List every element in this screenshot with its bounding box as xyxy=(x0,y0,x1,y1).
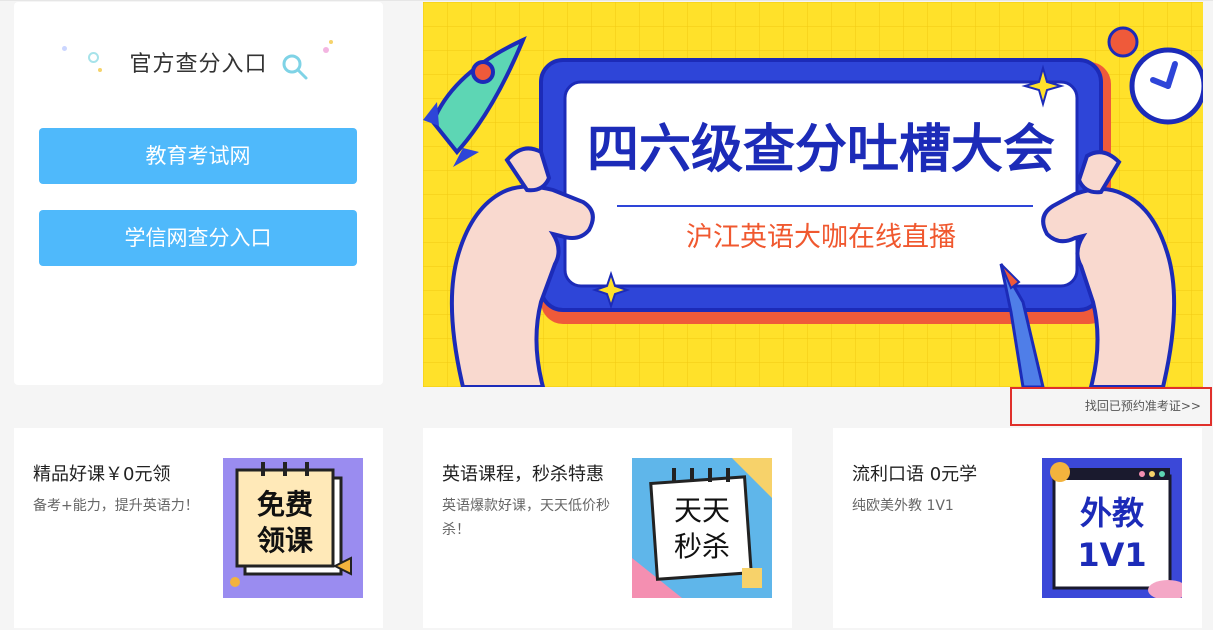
svg-text:天天: 天天 xyxy=(674,494,730,527)
chsi-score-query-button[interactable]: 学信网查分入口 xyxy=(39,210,357,266)
live-stream-banner[interactable]: 四六级查分吐槽大会 沪江英语大咖在线直播 xyxy=(423,2,1203,387)
notebook-icon: 天天 秒杀 xyxy=(632,458,772,598)
svg-text:领课: 领课 xyxy=(257,524,314,557)
promo-card-flash-sale[interactable]: 英语课程，秒杀特惠 英语爆款好课，天天低价秒杀！ 天天 秒杀 xyxy=(423,428,792,628)
edu-exam-site-button[interactable]: 教育考试网 xyxy=(39,128,357,184)
svg-text:外教: 外教 xyxy=(1080,494,1144,532)
notebook-icon: 免费 领课 xyxy=(223,458,363,598)
panel-title: 官方查分入口 xyxy=(129,52,268,77)
svg-text:1V1: 1V1 xyxy=(1077,536,1146,574)
card-description: 英语爆款好课，天天低价秒杀！ xyxy=(442,498,610,538)
card-description: 纯欧美外教 1V1 xyxy=(852,498,954,514)
svg-text:免费: 免费 xyxy=(257,488,313,521)
card-title: 流利口语 0元学 xyxy=(852,464,978,485)
card-title: 精品好课￥0元领 xyxy=(33,464,171,485)
card-title: 英语课程，秒杀特惠 xyxy=(442,464,604,485)
card-description: 备考+能力，提升英语力！ xyxy=(33,498,199,514)
browser-window-icon: 外教 1V1 xyxy=(1042,458,1182,598)
decor-dot xyxy=(329,40,333,44)
promo-card-free-course[interactable]: 精品好课￥0元领 备考+能力，提升英语力！ 免费 领课 xyxy=(14,428,383,628)
search-icon xyxy=(282,54,308,80)
promo-card-oral-english[interactable]: 流利口语 0元学 纯欧美外教 1V1 外教 1V1 xyxy=(833,428,1202,628)
banner-subtitle: 沪江英语大咖在线直播 xyxy=(686,222,956,253)
official-query-panel: 官方查分入口 教育考试网 学信网查分入口 xyxy=(14,2,383,385)
banner-title: 四六级查分吐槽大会 xyxy=(587,120,1055,180)
retrieve-admission-ticket-link[interactable]: 找回已预约准考证>> xyxy=(1010,387,1212,426)
svg-text:秒杀: 秒杀 xyxy=(674,530,730,563)
top-divider xyxy=(0,0,1213,1)
